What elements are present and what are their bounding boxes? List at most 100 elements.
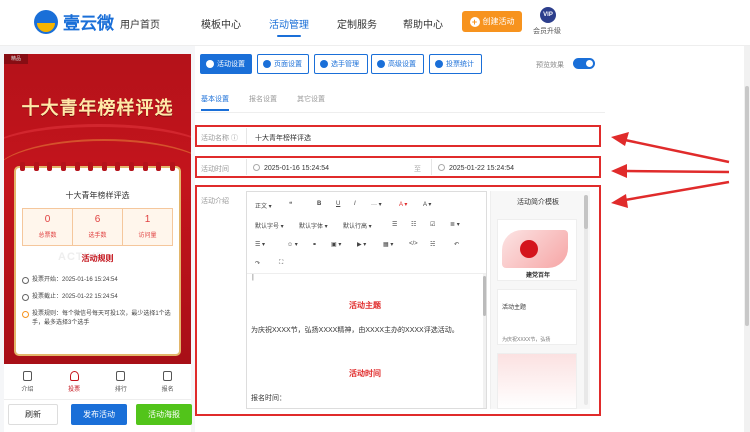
rule-end-row: 投票截止：2025-01-22 15:24:54 [22, 293, 174, 302]
player-management-button[interactable]: 选手管理 [314, 54, 368, 74]
undo-icon[interactable]: ↶ [454, 241, 459, 248]
text-cursor: | [252, 274, 254, 281]
line-height-select[interactable]: 默认行高 ▾ [343, 221, 372, 230]
signup-icon [163, 370, 173, 381]
brand-logo[interactable]: 壹云微 [34, 9, 114, 34]
content-heading: 活动时间 [349, 369, 381, 378]
tab-basic-settings[interactable]: 基本设置 [201, 94, 229, 111]
emoji-select[interactable]: ☺ ▾ [287, 241, 298, 248]
vip-upgrade-link[interactable]: 会员升级 [533, 26, 561, 36]
page-settings-button[interactable]: 页面设置 [257, 54, 309, 74]
template-card[interactable]: 活动主题 为庆祝XXXX节，弘扬 [497, 289, 577, 345]
create-activity-label: 创建活动 [482, 17, 515, 26]
fullscreen-icon[interactable]: ⛶ [279, 260, 283, 267]
activity-settings-button[interactable]: 活动设置 [200, 54, 252, 74]
tab-signup-settings[interactable]: 报名设置 [249, 94, 277, 104]
clock-icon [438, 164, 445, 171]
nav-item-help-center[interactable]: 帮助中心 [403, 16, 443, 31]
code-icon[interactable]: </> [409, 241, 418, 247]
quote-button[interactable]: ❝ [289, 201, 292, 208]
refresh-button[interactable]: 刷新 [8, 404, 58, 425]
video-select[interactable]: ▶ ▾ [357, 241, 366, 248]
template-card[interactable]: 建党百年 [497, 219, 577, 281]
table-select[interactable]: ▦ ▾ [383, 241, 393, 248]
tab-label: 介绍 [21, 386, 34, 393]
activity-name-input[interactable]: 十大青年榜样评选 [246, 128, 596, 144]
page-scrollbar[interactable] [744, 46, 750, 432]
preview-tab-ranking[interactable]: 排行 [98, 364, 145, 399]
bold-button[interactable]: B [317, 201, 321, 207]
template-card-title: 活动主题 [502, 305, 527, 311]
divider [195, 112, 605, 113]
more-styles-select[interactable]: ··· ▾ [371, 201, 382, 208]
rule-start-text: 投票开始：2025-01-16 15:24:54 [32, 277, 118, 283]
link-icon[interactable]: ⚭ [312, 241, 317, 248]
redo-icon[interactable]: ↷ [255, 260, 260, 267]
logo-icon [34, 9, 58, 34]
chart-icon [435, 60, 443, 68]
brand-name: 壹云微 [63, 14, 114, 33]
publish-button[interactable]: 发布活动 [71, 404, 127, 425]
nav-item-activity-management[interactable]: 活动管理 [269, 16, 309, 37]
annotation-arrows [611, 132, 730, 208]
stat-value: 0 [44, 214, 51, 225]
button-label: 选手管理 [331, 61, 359, 68]
editor-scrollbar[interactable] [483, 274, 486, 408]
nav-item-custom-service[interactable]: 定制服务 [337, 16, 377, 31]
template-card[interactable] [497, 353, 577, 409]
preview-tabbar: 介绍 投票 排行 报名 [4, 364, 191, 400]
preview-info-card: 十大青年榜样评选 0 总票数 6 选手数 1 访问量 ACTIVE 活动规则 投… [14, 162, 181, 356]
stat-label: 总票数 [38, 233, 57, 239]
create-activity-button[interactable]: + 创建活动 [462, 11, 522, 32]
template-scrollbar[interactable] [584, 195, 588, 405]
advanced-settings-button[interactable]: 高级设置 [371, 54, 424, 74]
stats-row: 0 总票数 6 选手数 1 访问量 [22, 208, 173, 246]
poster-title: 十大青年榜样评选 [21, 98, 174, 119]
preview-toggle[interactable] [573, 58, 595, 69]
tab-other-settings[interactable]: 其它设置 [297, 94, 325, 104]
settings-panel: 活动设置 页面设置 选手管理 高级设置 投票统计 预览效果 基本设置 报名设置 … [195, 46, 750, 432]
bullet-list-icon[interactable]: ☰ [392, 221, 397, 228]
align-select[interactable]: ≣ ▾ [450, 221, 460, 228]
font-color-select[interactable]: A ▾ [399, 201, 407, 208]
card-lights [20, 162, 175, 171]
gear-icon [206, 60, 214, 68]
end-time-input[interactable]: 2025-01-22 15:24:54 [431, 159, 596, 175]
nav-item-templates[interactable]: 模板中心 [201, 16, 241, 31]
paragraph-format-select[interactable]: 正文 ▾ [255, 201, 272, 210]
editor-content[interactable]: | 活动主题 为庆祝XXXX节，弘扬XXXX精神，由XXXX主办的XXXX评选活… [247, 274, 483, 408]
start-time-input[interactable]: 2025-01-16 15:24:54 [246, 159, 406, 175]
nav-item-home[interactable]: 用户首页 [120, 16, 160, 31]
time-separator: 至 [414, 166, 421, 173]
tab-label: 投票 [68, 386, 81, 393]
button-label: 页面设置 [274, 61, 302, 68]
intro-template-panel: 活动简介模板 建党百年 活动主题 为庆祝XXXX节，弘扬 [490, 191, 590, 409]
poster-tag: 精品 [4, 54, 28, 64]
poster-button[interactable]: 活动海报 [136, 404, 192, 425]
todo-list-icon[interactable]: ☑ [430, 221, 435, 228]
underline-button[interactable]: U [336, 201, 340, 207]
plus-icon: + [469, 16, 480, 27]
info-icon [22, 311, 29, 318]
activity-intro-label: 活动介绍 [201, 198, 229, 205]
vip-icon[interactable]: VIP [540, 7, 556, 23]
italic-button[interactable]: I [354, 201, 356, 207]
vote-stats-button[interactable]: 投票统计 [429, 54, 482, 74]
indent-select[interactable]: ☰ ▾ [255, 241, 265, 248]
stat-total-votes: 0 总票数 [23, 209, 73, 245]
clock-icon [253, 164, 260, 171]
preview-toggle-label: 预览效果 [536, 62, 564, 69]
preview-tab-signup[interactable]: 报名 [144, 364, 191, 399]
button-label: 高级设置 [388, 61, 416, 68]
party-emblem-icon [520, 240, 538, 258]
font-size-select[interactable]: 默认字号 ▾ [255, 221, 284, 230]
divider-icon[interactable]: ☵ [430, 241, 435, 248]
background-color-select[interactable]: A ▾ [423, 201, 431, 208]
preview-tab-intro[interactable]: 介绍 [4, 364, 51, 399]
activity-name-label: 活动名称 ⓘ [201, 135, 238, 142]
numbered-list-icon[interactable]: ☷ [411, 221, 416, 228]
preview-tab-vote[interactable]: 投票 [51, 364, 98, 399]
font-family-select[interactable]: 默认字体 ▾ [299, 221, 328, 230]
template-panel-title: 活动简介模板 [517, 199, 559, 206]
image-select[interactable]: ▣ ▾ [331, 241, 341, 248]
